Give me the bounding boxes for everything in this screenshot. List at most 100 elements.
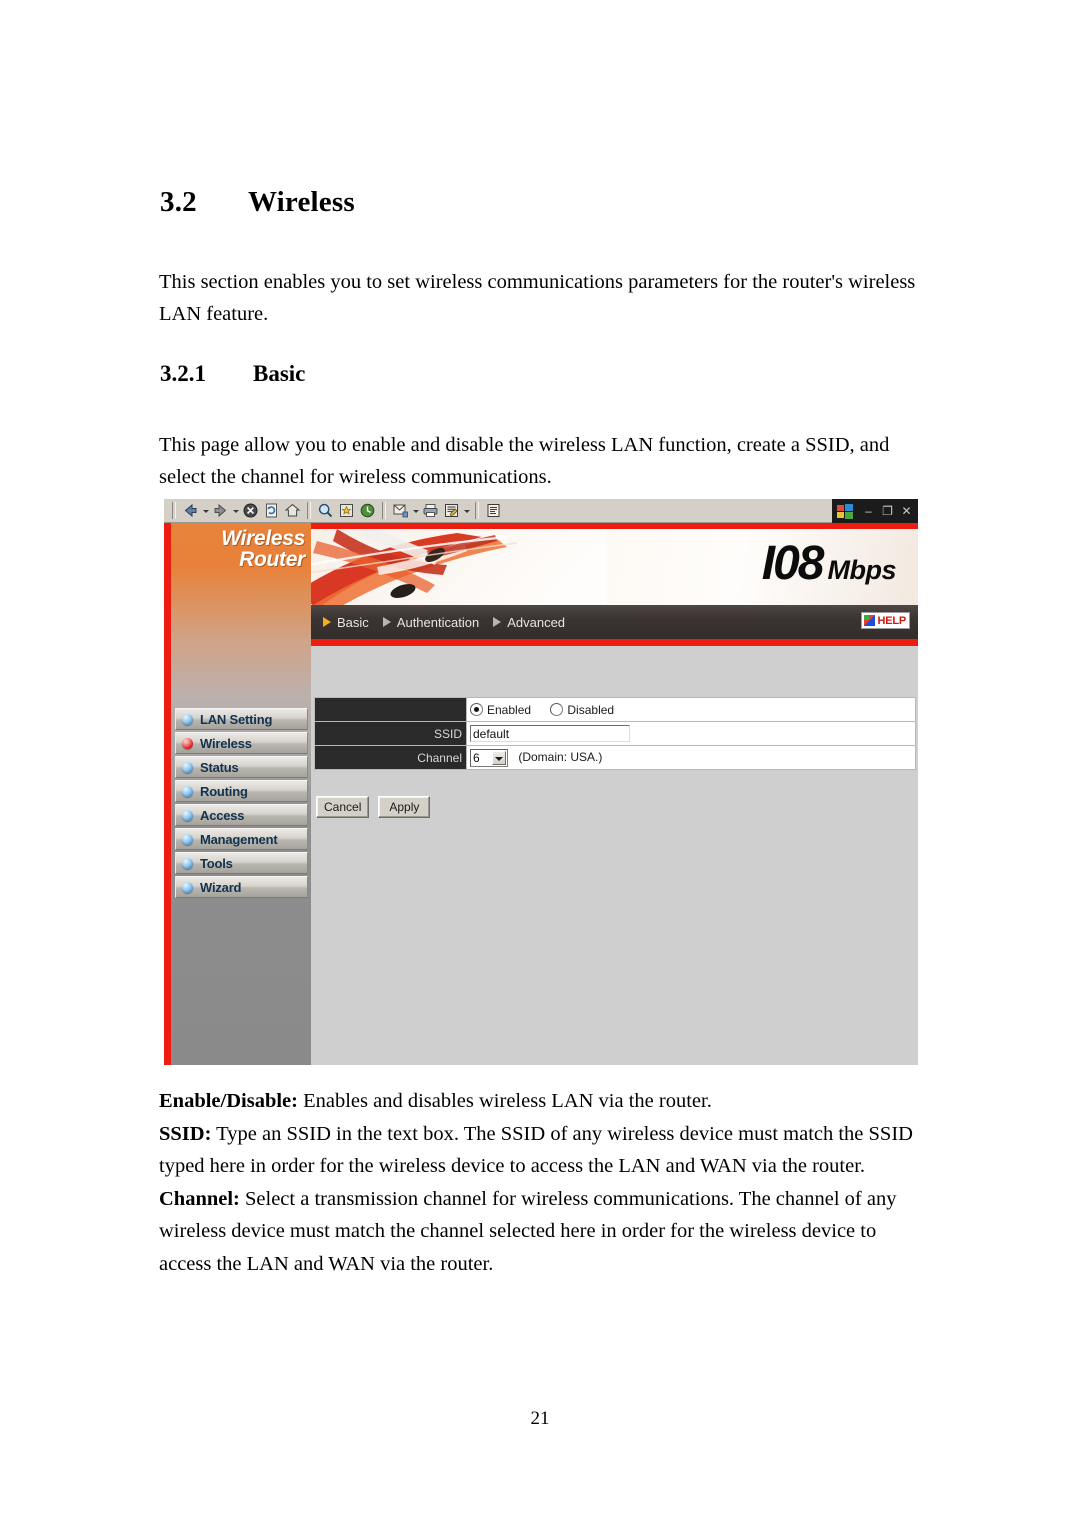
sidebar-item-wireless[interactable]: Wireless (175, 732, 308, 754)
description-term: SSID: (159, 1122, 212, 1145)
main-column: I08 Mbps Basic Authentication Advanced H… (311, 523, 918, 1065)
bullet-icon (182, 713, 193, 725)
sidebar-item-label: Wireless (200, 735, 252, 751)
tab-label: Basic (337, 614, 369, 630)
enable-row-label (314, 697, 467, 722)
sidebar-item-label: Routing (200, 783, 248, 799)
left-red-border (164, 523, 171, 1065)
help-button[interactable]: HELP (861, 612, 910, 629)
radio-enabled-icon[interactable] (470, 702, 483, 716)
field-descriptions: Enable/Disable: Enables and disables wir… (159, 1085, 924, 1280)
subheading-number: 3.2.1 (160, 361, 206, 386)
apply-button[interactable]: Apply (378, 796, 431, 818)
toolbar-separator (172, 502, 176, 519)
sidebar-item-wizard[interactable]: Wizard (175, 876, 308, 898)
help-logo-icon (864, 615, 876, 626)
bullet-icon (182, 785, 193, 797)
triangle-icon (382, 617, 391, 627)
minimize-button[interactable]: – (862, 505, 875, 517)
edit-dropdown-caret[interactable] (462, 501, 471, 520)
tab-label: Authentication (396, 614, 480, 630)
subsection-title: 3.2.1 Basic (160, 361, 305, 387)
sidebar-item-label: Wizard (200, 879, 242, 895)
ssid-row-value: default (466, 721, 916, 746)
toolbar-separator (382, 502, 386, 519)
help-label: HELP (877, 614, 906, 627)
channel-selected-value: 6 (473, 750, 480, 765)
description-enable-disable: Enable/Disable: Enables and disables wir… (159, 1085, 924, 1118)
home-icon[interactable] (283, 501, 302, 520)
bullet-icon (182, 761, 193, 773)
sidebar-item-routing[interactable]: Routing (175, 780, 308, 802)
browser-toolbar: – ❐ ✕ (164, 499, 918, 523)
description-term: Enable/Disable: (159, 1090, 298, 1112)
description-text: Enables and disables wireless LAN via th… (297, 1090, 712, 1112)
table-row: SSID default (314, 721, 916, 746)
wireless-basic-form: Enabled Disabled SSID default Channel 6 … (314, 697, 916, 770)
tab-basic[interactable]: Basic (323, 615, 369, 630)
ssid-input[interactable]: default (470, 725, 630, 742)
history-icon[interactable] (358, 501, 377, 520)
page-number: 21 (530, 1408, 550, 1429)
sidebar-item-lan-setting[interactable]: LAN Setting (175, 708, 308, 730)
router-ui-screenshot: – ❐ ✕ Wireless Router LAN Setting Wirele… (164, 499, 918, 1065)
sidebar-item-access[interactable]: Access (175, 804, 308, 826)
close-button[interactable]: ✕ (900, 505, 913, 517)
ssid-row-label: SSID (314, 721, 467, 746)
heading-number: 3.2 (160, 186, 197, 218)
sidebar-item-status[interactable]: Status (175, 756, 308, 778)
form-buttons: Cancel Apply (316, 796, 431, 818)
description-term: Channel: (159, 1187, 240, 1210)
router-web-ui: Wireless Router LAN Setting Wireless Sta… (164, 523, 918, 1065)
bullet-icon (182, 857, 193, 869)
triangle-icon (493, 617, 502, 627)
radio-disabled-icon[interactable] (550, 702, 564, 716)
back-dropdown-caret[interactable] (201, 501, 210, 520)
forward-dropdown-caret[interactable] (231, 501, 240, 520)
intro-paragraph: This section enables you to set wireless… (159, 271, 916, 325)
sidebar-item-management[interactable]: Management (175, 828, 308, 850)
sidebar-item-tools[interactable]: Tools (175, 852, 308, 874)
description-text: Select a transmission channel for wirele… (159, 1187, 897, 1275)
radio-label: Disabled (567, 702, 615, 717)
navbar-accent (311, 639, 918, 646)
bullet-icon (182, 881, 193, 893)
speed-unit: Mbps (827, 555, 897, 585)
tab-navigation: Basic Authentication Advanced HELP (311, 605, 918, 639)
restore-button[interactable]: ❐ (881, 505, 894, 517)
refresh-icon[interactable] (262, 501, 281, 520)
sidebar-item-label: Tools (200, 855, 233, 871)
bullet-icon (182, 833, 193, 845)
favorites-icon[interactable] (337, 501, 356, 520)
product-logo: Wireless Router (171, 528, 311, 570)
discuss-icon[interactable] (484, 501, 503, 520)
channel-select[interactable]: 6 (470, 748, 508, 767)
sidebar-item-label: LAN Setting (200, 711, 273, 727)
tab-advanced[interactable]: Advanced (493, 615, 565, 630)
radio-option-disabled[interactable]: Disabled (550, 702, 615, 717)
sidebar: Wireless Router LAN Setting Wireless Sta… (171, 523, 311, 1065)
description-text: Type an SSID in the text box. The SSID o… (159, 1122, 913, 1178)
speed-label: I08 Mbps (762, 540, 897, 598)
page-title: 3.2 Wireless (160, 186, 355, 219)
channel-row-value: 6 (Domain: USA.) (466, 745, 916, 770)
mail-icon[interactable] (391, 501, 410, 520)
tab-authentication[interactable]: Authentication (382, 614, 480, 630)
mail-dropdown-caret[interactable] (411, 501, 420, 520)
search-icon[interactable] (316, 501, 335, 520)
sidebar-item-label: Access (200, 807, 245, 823)
domain-note: (Domain: USA.) (518, 749, 603, 764)
stop-icon[interactable] (241, 501, 260, 520)
radio-option-enabled[interactable]: Enabled (470, 702, 531, 717)
cancel-button[interactable]: Cancel (316, 796, 370, 818)
back-icon[interactable] (181, 501, 200, 520)
chevron-down-icon[interactable] (492, 750, 506, 765)
edit-icon[interactable] (442, 501, 461, 520)
toolbar-separator (475, 502, 479, 519)
window-controls: – ❐ ✕ (832, 499, 918, 523)
print-icon[interactable] (421, 501, 440, 520)
logo-line-2: Router (239, 548, 305, 571)
enable-row-value: Enabled Disabled (466, 697, 916, 722)
sidebar-item-label: Management (200, 831, 278, 847)
forward-icon[interactable] (211, 501, 230, 520)
